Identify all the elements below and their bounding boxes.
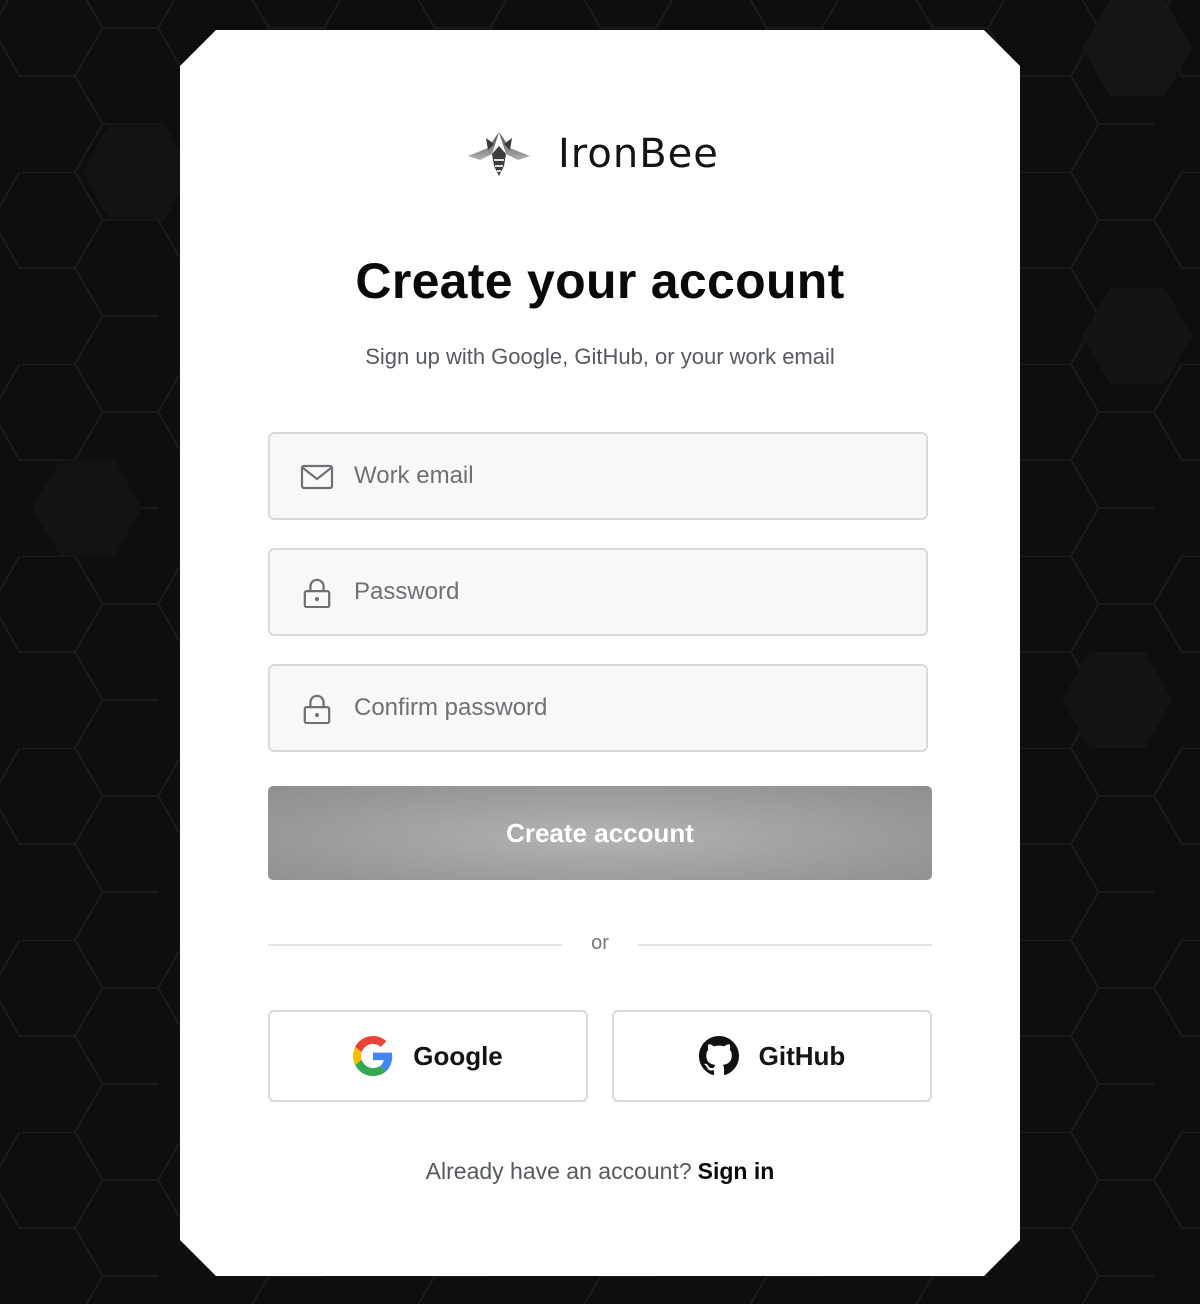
google-label: Google xyxy=(413,1040,503,1071)
signin-link[interactable]: Sign in xyxy=(698,1158,775,1184)
password-field[interactable] xyxy=(268,548,928,636)
divider-or-label: or xyxy=(591,932,609,954)
divider-line-left xyxy=(268,944,562,946)
bee-logo-icon xyxy=(468,132,530,176)
email-field[interactable] xyxy=(268,432,928,520)
mail-icon xyxy=(300,464,334,490)
signup-card: IronBee Create your account Sign up with… xyxy=(180,30,1020,1276)
lock-icon xyxy=(303,694,331,724)
page-subtitle: Sign up with Google, GitHub, or your wor… xyxy=(365,344,835,369)
github-signup-button[interactable]: GitHub xyxy=(612,1010,932,1102)
brand-logo: IronBee xyxy=(466,126,719,182)
signin-prompt-text: Already have an account? xyxy=(425,1158,692,1184)
github-label: GitHub xyxy=(758,1040,846,1071)
lock-icon xyxy=(303,578,331,608)
confirm-password-input[interactable] xyxy=(354,666,914,750)
divider-line-right xyxy=(638,944,932,946)
google-icon xyxy=(353,1036,393,1076)
password-input[interactable] xyxy=(354,550,914,634)
github-icon xyxy=(698,1036,739,1076)
google-signup-button[interactable]: Google xyxy=(268,1010,588,1102)
email-input[interactable] xyxy=(354,434,914,518)
create-account-button[interactable]: Create account xyxy=(268,786,932,880)
brand-name: IronBee xyxy=(558,131,719,177)
page-title: Create your account xyxy=(355,253,845,309)
signin-prompt: Already have an account? Sign in xyxy=(180,1158,1020,1185)
confirm-password-field[interactable] xyxy=(268,664,928,752)
